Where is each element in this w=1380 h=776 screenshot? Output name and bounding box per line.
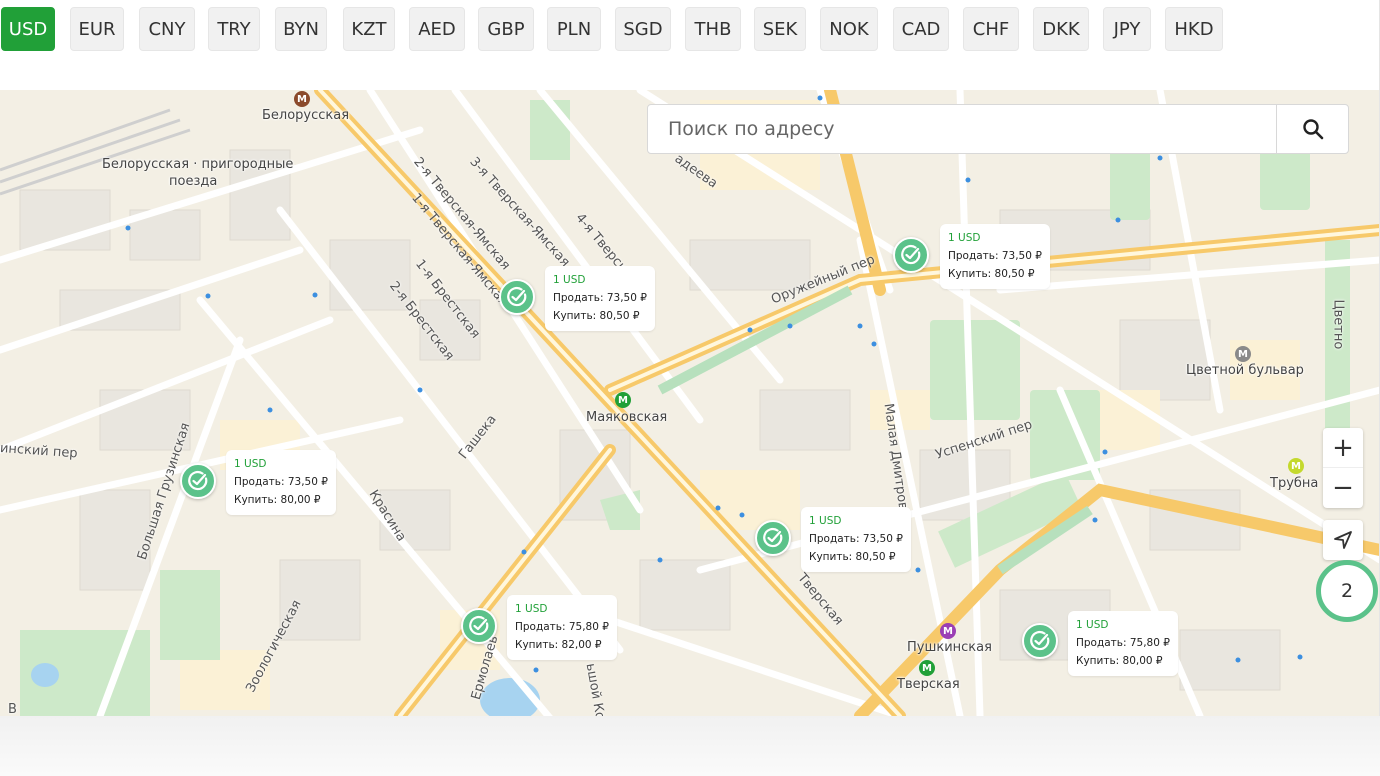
rate-currency: 1 USD bbox=[515, 603, 548, 615]
exchange-rate-card[interactable]: 1 USD Продать: 75,80 ₽ Купить: 80,00 ₽ bbox=[1068, 611, 1178, 676]
exchange-rate-card[interactable]: 1 USD Продать: 73,50 ₽ Купить: 80,50 ₽ bbox=[545, 266, 655, 331]
exchange-rate-card[interactable]: 1 USD Продать: 73,50 ₽ Купить: 80,50 ₽ bbox=[801, 507, 911, 572]
sber-check-icon bbox=[507, 286, 527, 307]
geolocation-button[interactable] bbox=[1323, 520, 1363, 560]
rate-buy: Купить: 80,00 ₽ bbox=[1076, 655, 1163, 667]
exchange-office-marker[interactable] bbox=[461, 608, 497, 644]
currency-tab-kzt[interactable]: KZT bbox=[343, 7, 395, 51]
rate-buy: Купить: 82,00 ₽ bbox=[515, 639, 602, 651]
exchange-office-marker[interactable] bbox=[1022, 623, 1058, 659]
metro-label-mayakovskaya: Маяковская bbox=[586, 410, 668, 425]
street-label: В bbox=[8, 702, 17, 716]
currency-tab-jpy[interactable]: JPY bbox=[1103, 7, 1151, 51]
rate-sell: Продать: 73,50 ₽ bbox=[948, 250, 1042, 262]
exchange-office-marker[interactable] bbox=[180, 463, 216, 499]
search-input[interactable] bbox=[648, 105, 1276, 153]
metro-label-pushkinskaya: Пушкинская bbox=[907, 640, 992, 655]
currency-tab-sek[interactable]: SEK bbox=[754, 7, 806, 51]
exchange-office-marker[interactable] bbox=[499, 279, 535, 315]
currency-tab-cny[interactable]: CNY bbox=[139, 7, 195, 51]
currency-tab-dkk[interactable]: DKK bbox=[1033, 7, 1089, 51]
rate-currency: 1 USD bbox=[234, 458, 267, 470]
rate-sell: Продать: 73,50 ₽ bbox=[234, 476, 328, 488]
station-label-2: поезда bbox=[169, 174, 218, 189]
sber-check-icon bbox=[763, 527, 783, 548]
metro-label-tsvetnoy: Цветной бульвар bbox=[1186, 363, 1304, 378]
search-icon bbox=[1302, 119, 1323, 140]
currency-tab-hkd[interactable]: HKD bbox=[1165, 7, 1223, 51]
rate-buy: Купить: 80,50 ₽ bbox=[553, 310, 640, 322]
exchange-rate-card[interactable]: 1 USD Продать: 73,50 ₽ Купить: 80,50 ₽ bbox=[940, 224, 1050, 289]
page-footer-area bbox=[0, 716, 1380, 776]
currency-tab-eur[interactable]: EUR bbox=[70, 7, 124, 51]
search-button[interactable] bbox=[1276, 105, 1348, 153]
metro-label-trubnaya: Трубна bbox=[1270, 476, 1319, 491]
navigation-arrow-icon bbox=[1334, 531, 1352, 549]
sber-check-icon bbox=[469, 615, 489, 636]
zoom-out-button[interactable]: − bbox=[1323, 468, 1363, 508]
address-search bbox=[647, 104, 1349, 154]
currency-tab-usd[interactable]: USD bbox=[1, 7, 55, 51]
zoom-in-button[interactable]: + bbox=[1323, 428, 1363, 468]
metro-icon: М bbox=[919, 660, 935, 676]
rate-buy: Купить: 80,50 ₽ bbox=[948, 268, 1035, 280]
rate-currency: 1 USD bbox=[809, 515, 842, 527]
currency-tab-byn[interactable]: BYN bbox=[275, 7, 327, 51]
currency-tab-try[interactable]: TRY bbox=[208, 7, 260, 51]
metro-icon: М bbox=[294, 91, 310, 107]
rate-buy: Купить: 80,50 ₽ bbox=[809, 551, 896, 563]
street-label: Цветно bbox=[1330, 299, 1346, 350]
currency-tab-pln[interactable]: PLN bbox=[547, 7, 601, 51]
rate-sell: Продать: 73,50 ₽ bbox=[553, 292, 647, 304]
station-label: Белорусская · пригородные bbox=[102, 157, 294, 172]
rate-currency: 1 USD bbox=[553, 274, 586, 286]
zoom-control: + − bbox=[1323, 428, 1363, 508]
currency-tab-aed[interactable]: AED bbox=[409, 7, 465, 51]
currency-tab-cad[interactable]: CAD bbox=[893, 7, 949, 51]
exchange-rate-card[interactable]: 1 USD Продать: 73,50 ₽ Купить: 80,00 ₽ bbox=[226, 450, 336, 515]
currency-tab-sgd[interactable]: SGD bbox=[615, 7, 671, 51]
rate-currency: 1 USD bbox=[1076, 619, 1109, 631]
cluster-marker[interactable]: 2 bbox=[1316, 560, 1378, 622]
rate-currency: 1 USD bbox=[948, 232, 981, 244]
currency-bar: USD EUR CNY TRY BYN KZT AED GBP PLN SGD THB SEK NOK C… bbox=[0, 0, 1380, 90]
exchange-office-marker[interactable] bbox=[893, 237, 929, 273]
rate-sell: Продать: 75,80 ₽ bbox=[1076, 637, 1170, 649]
currency-tab-chf[interactable]: CHF bbox=[963, 7, 1019, 51]
metro-icon: М bbox=[1235, 346, 1251, 362]
currency-tab-nok[interactable]: NOK bbox=[820, 7, 878, 51]
metro-icon: М bbox=[1288, 458, 1304, 474]
metro-label-tverskaya: Тверская bbox=[897, 677, 960, 692]
metro-label-belorusskaya: Белорусская bbox=[262, 108, 350, 123]
rate-sell: Продать: 73,50 ₽ bbox=[809, 533, 903, 545]
currency-tab-thb[interactable]: THB bbox=[685, 7, 741, 51]
sber-check-icon bbox=[901, 244, 921, 265]
map[interactable]: Белорусская М Белорусская · пригородные … bbox=[0, 90, 1380, 716]
metro-icon: М bbox=[615, 392, 631, 408]
rate-sell: Продать: 75,80 ₽ bbox=[515, 621, 609, 633]
rate-buy: Купить: 80,00 ₽ bbox=[234, 494, 321, 506]
sber-check-icon bbox=[188, 470, 208, 491]
metro-icon: М bbox=[940, 623, 956, 639]
sber-check-icon bbox=[1030, 630, 1050, 651]
exchange-office-marker[interactable] bbox=[755, 520, 791, 556]
currency-tab-gbp[interactable]: GBP bbox=[478, 7, 534, 51]
exchange-rate-card[interactable]: 1 USD Продать: 75,80 ₽ Купить: 82,00 ₽ bbox=[507, 595, 617, 660]
